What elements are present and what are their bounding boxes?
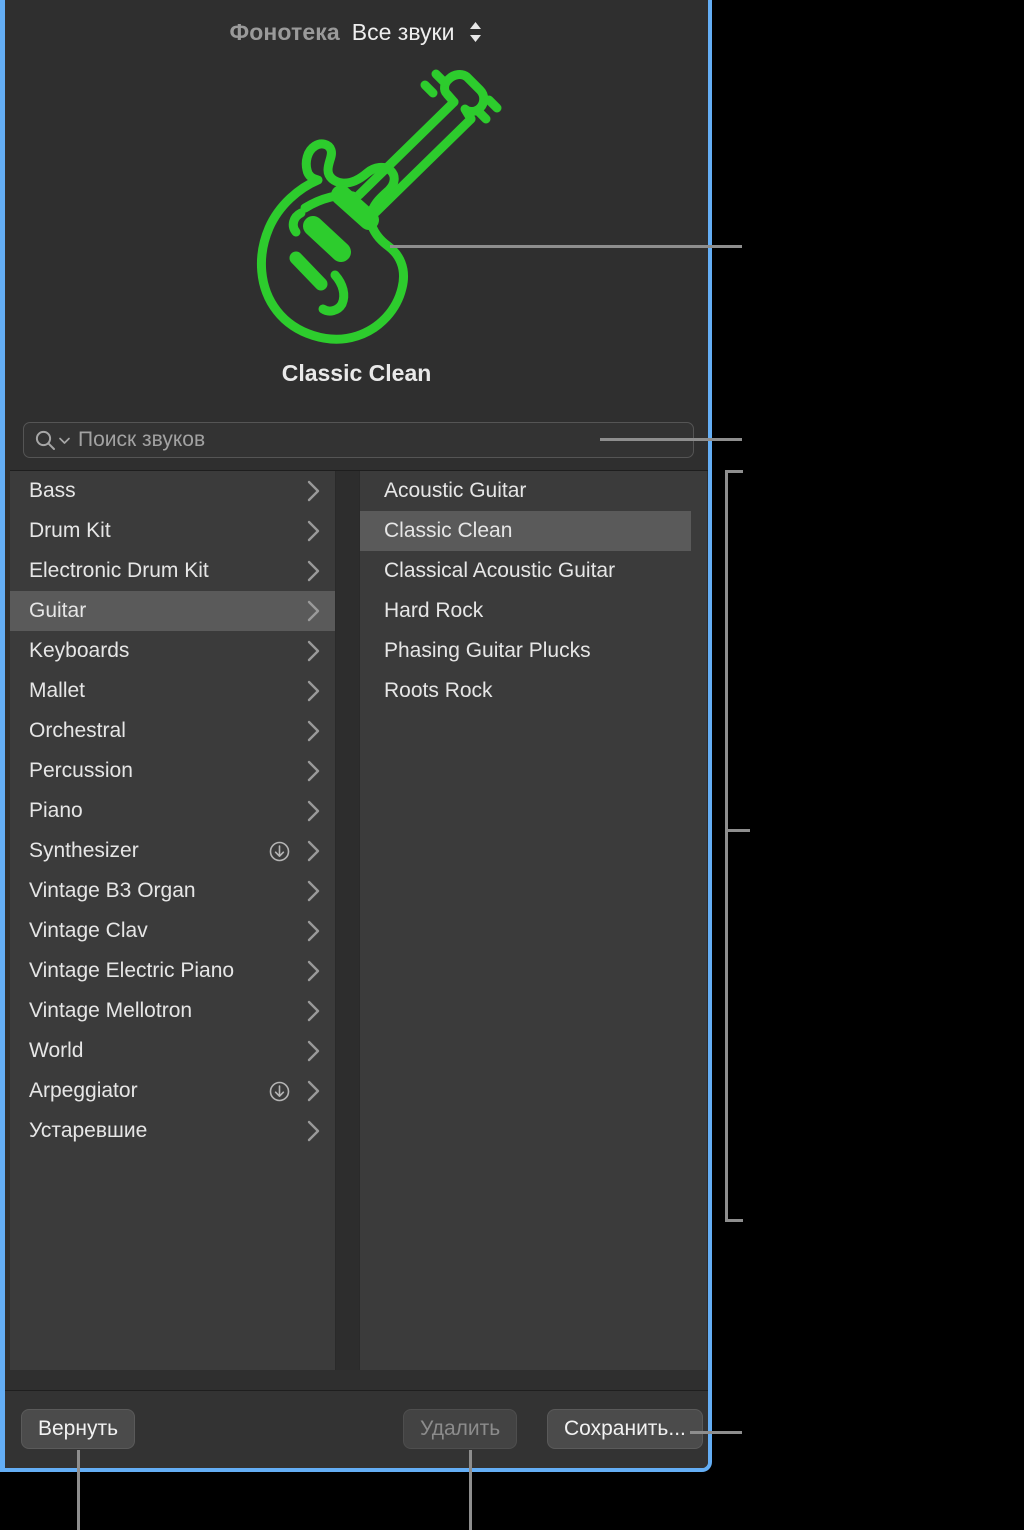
category-label: Piano: [29, 799, 83, 822]
chevron-right-icon[interactable]: [306, 479, 321, 503]
chevron-right-icon[interactable]: [306, 839, 321, 863]
sound-browser: Bass Drum Kit Electronic Drum Kit Guitar Key…: [10, 470, 708, 1370]
screenshot-root: Фонотека Все звуки Classic Clean Поиск з…: [0, 0, 1024, 1530]
callout-line-browser: [728, 829, 750, 832]
search-row: Поиск звуков: [5, 418, 708, 464]
category-row[interactable]: Arpeggiator: [10, 1071, 335, 1111]
category-label: Guitar: [29, 599, 87, 622]
callout-line-delete: [469, 1450, 472, 1530]
library-header: Фонотека Все звуки: [5, 0, 708, 64]
category-label: Vintage Electric Piano: [29, 959, 235, 982]
search-icon[interactable]: [34, 429, 56, 451]
category-row[interactable]: Keyboards: [10, 631, 335, 671]
category-row[interactable]: Устаревшие: [10, 1111, 335, 1151]
patch-artwork-area: Classic Clean: [5, 60, 708, 400]
chevron-right-icon[interactable]: [306, 879, 321, 903]
download-icon[interactable]: [269, 841, 290, 862]
scroll-gutter[interactable]: [691, 471, 707, 1370]
chevron-right-icon[interactable]: [306, 959, 321, 983]
callout-line-search: [600, 438, 742, 441]
chevron-right-icon[interactable]: [306, 919, 321, 943]
patch-row[interactable]: Hard Rock: [360, 591, 691, 631]
category-row[interactable]: Drum Kit: [10, 511, 335, 551]
library-label: Фонотека: [229, 18, 340, 45]
panel-footer: Вернуть Удалить Сохранить...: [5, 1390, 708, 1468]
patch-row[interactable]: Roots Rock: [360, 671, 691, 711]
sound-library-panel: Фонотека Все звуки Classic Clean Поиск з…: [0, 0, 712, 1472]
category-row[interactable]: Guitar: [10, 591, 335, 631]
chevron-right-icon[interactable]: [306, 679, 321, 703]
category-row[interactable]: Mallet: [10, 671, 335, 711]
category-row[interactable]: World: [10, 1031, 335, 1071]
patch-label: Classical Acoustic Guitar: [384, 559, 616, 582]
patch-row[interactable]: Phasing Guitar Plucks: [360, 631, 691, 671]
chevron-right-icon[interactable]: [306, 639, 321, 663]
download-icon[interactable]: [269, 1081, 290, 1102]
library-selector-value[interactable]: Все звуки: [352, 19, 455, 46]
patch-row[interactable]: Acoustic Guitar: [360, 471, 691, 511]
column-divider: [336, 471, 359, 1370]
chevron-right-icon[interactable]: [306, 719, 321, 743]
patch-label: Hard Rock: [384, 599, 484, 622]
category-row[interactable]: Vintage B3 Organ: [10, 871, 335, 911]
category-row[interactable]: Bass: [10, 471, 335, 511]
category-label: Vintage Clav: [29, 919, 148, 942]
category-label: Vintage B3 Organ: [29, 879, 196, 902]
category-row[interactable]: Percussion: [10, 751, 335, 791]
category-row[interactable]: Synthesizer: [10, 831, 335, 871]
category-row[interactable]: Vintage Clav: [10, 911, 335, 951]
category-row[interactable]: Piano: [10, 791, 335, 831]
chevron-right-icon[interactable]: [306, 599, 321, 623]
patch-row[interactable]: Classic Clean: [360, 511, 691, 551]
category-label: Bass: [29, 479, 76, 502]
callout-line-save: [690, 1431, 742, 1434]
patch-column[interactable]: Acoustic Guitar Classic Clean Classical Ac…: [359, 471, 691, 1370]
patch-label: Classic Clean: [384, 519, 513, 542]
search-input[interactable]: Поиск звуков: [23, 422, 694, 458]
patch-name-label: Classic Clean: [281, 360, 432, 386]
callout-bracket-browser: [725, 470, 743, 1222]
category-row[interactable]: Electronic Drum Kit: [10, 551, 335, 591]
category-row[interactable]: Vintage Electric Piano: [10, 951, 335, 991]
chevron-right-icon[interactable]: [306, 999, 321, 1023]
category-label: World: [29, 1039, 84, 1062]
category-label: Percussion: [29, 759, 133, 782]
category-label: Keyboards: [29, 639, 130, 662]
search-placeholder: Поиск звуков: [78, 428, 206, 451]
save-button[interactable]: Сохранить...: [547, 1409, 703, 1449]
updown-chevron-icon[interactable]: [468, 20, 483, 44]
category-label: Устаревшие: [29, 1119, 148, 1142]
chevron-down-icon[interactable]: [58, 434, 71, 447]
chevron-right-icon[interactable]: [306, 759, 321, 783]
chevron-right-icon[interactable]: [306, 559, 321, 583]
category-label: Vintage Mellotron: [29, 999, 193, 1022]
chevron-right-icon[interactable]: [306, 1079, 321, 1103]
patch-label: Roots Rock: [384, 679, 493, 702]
callout-line-artwork: [390, 245, 742, 248]
category-column[interactable]: Bass Drum Kit Electronic Drum Kit Guitar Key…: [10, 471, 336, 1370]
category-row[interactable]: Vintage Mellotron: [10, 991, 335, 1031]
chevron-right-icon[interactable]: [306, 1039, 321, 1063]
category-label: Drum Kit: [29, 519, 111, 542]
category-label: Orchestral: [29, 719, 126, 742]
chevron-right-icon[interactable]: [306, 519, 321, 543]
chevron-right-icon[interactable]: [306, 1119, 321, 1143]
category-label: Arpeggiator: [29, 1079, 138, 1102]
callout-line-revert: [77, 1450, 80, 1530]
category-row[interactable]: Orchestral: [10, 711, 335, 751]
revert-button[interactable]: Вернуть: [21, 1409, 136, 1449]
chevron-right-icon[interactable]: [306, 799, 321, 823]
category-label: Electronic Drum Kit: [29, 559, 209, 582]
patch-row[interactable]: Classical Acoustic Guitar: [360, 551, 691, 591]
electric-guitar-icon: [201, 60, 531, 360]
patch-label: Phasing Guitar Plucks: [384, 639, 591, 662]
patch-label: Acoustic Guitar: [384, 479, 527, 502]
category-label: Synthesizer: [29, 839, 139, 862]
delete-button: Удалить: [403, 1409, 518, 1449]
category-label: Mallet: [29, 679, 86, 702]
